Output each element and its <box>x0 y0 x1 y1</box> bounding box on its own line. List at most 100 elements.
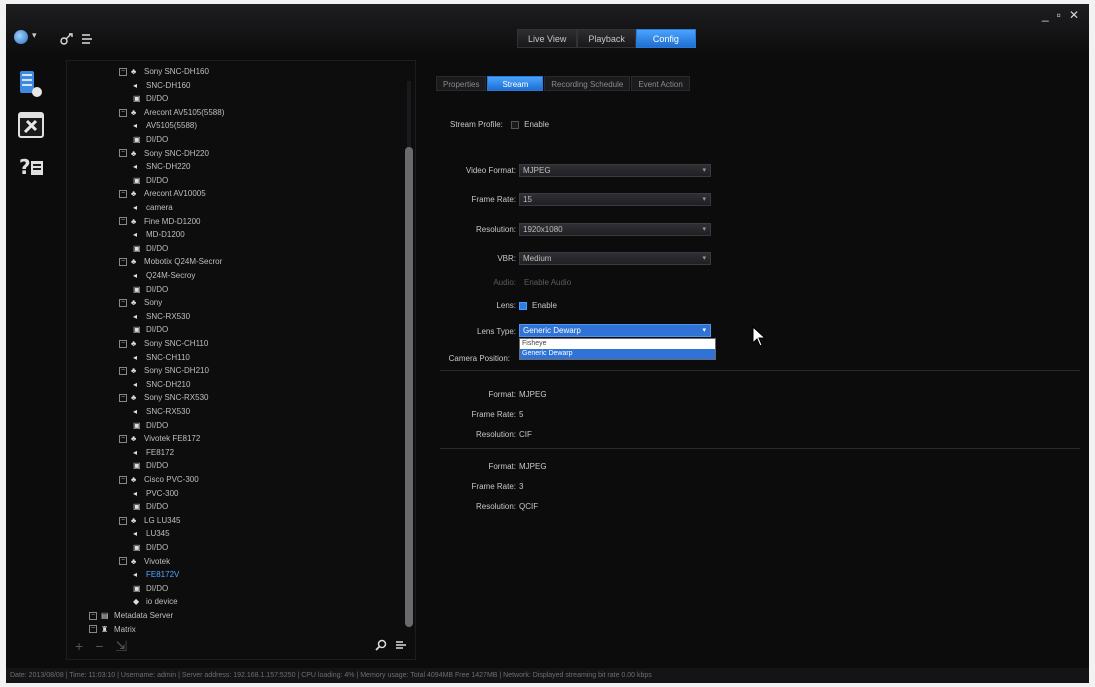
tree-expander[interactable]: − <box>119 516 127 525</box>
lens-type-select[interactable]: Generic Dewarp ▾ <box>519 324 711 337</box>
tree-item[interactable]: ▣ DI/DO <box>133 174 168 187</box>
tree-item[interactable]: ◂ Q24M-Secroy <box>133 269 195 282</box>
tab-event-action[interactable]: Event Action <box>631 76 690 91</box>
tree-settings-icon[interactable] <box>395 639 407 654</box>
tree-item[interactable]: − ♣ Arecont AV10005 <box>119 187 206 200</box>
help-icon[interactable]: ? <box>16 152 46 182</box>
tree-item-label: Mobotix Q24M-Secror <box>144 257 223 267</box>
tree-item[interactable]: ▣ DI/DO <box>133 541 168 554</box>
tree-item[interactable]: ▣ DI/DO <box>133 92 168 105</box>
tree-expander[interactable]: − <box>119 149 127 158</box>
tab-config[interactable]: Config <box>635 29 696 48</box>
tree-item[interactable]: − ♣ Mobotix Q24M-Secror <box>119 255 222 268</box>
tree-expander[interactable]: − <box>119 557 127 566</box>
vbr-label: VBR: <box>497 254 516 263</box>
tree-item[interactable]: − ♣ Arecont AV5105(5588) <box>119 106 224 119</box>
metadata-server-icon: ▤ <box>101 611 109 620</box>
tree-expander[interactable]: − <box>119 435 127 444</box>
minimize-icon[interactable]: _ <box>1042 8 1049 22</box>
tree-item[interactable]: ▣ DI/DO <box>133 459 168 472</box>
tree-item[interactable]: − ♣ Sony SNC-RX530 <box>119 391 208 404</box>
tree-item[interactable]: − ♣ Sony SNC-DH220 <box>119 147 209 160</box>
tree-item[interactable]: ◂ PVC-300 <box>133 487 178 500</box>
tree-item[interactable]: ◂ camera <box>133 201 173 214</box>
video-format-select[interactable]: MJPEG ▾ <box>519 164 711 177</box>
tree-item[interactable]: − ♣ Sony SNC-DH210 <box>119 364 209 377</box>
tree-item-label: io device <box>146 597 178 607</box>
layout-icon[interactable] <box>80 32 94 49</box>
tree-item[interactable]: − ♣ Vivotek FE8172 <box>119 432 200 445</box>
tree-scrollbar[interactable] <box>405 67 413 627</box>
camera-icon: ◂ <box>133 80 138 90</box>
tab-stream[interactable]: Stream <box>487 76 544 91</box>
tree-item[interactable]: ◂ SNC-RX530 <box>133 405 190 418</box>
add-device-button[interactable]: + <box>75 638 83 655</box>
search-icon[interactable] <box>375 639 387 654</box>
tree-expander[interactable]: − <box>119 258 127 267</box>
tree-item[interactable]: ▣ DI/DO <box>133 419 168 432</box>
camera-group-icon: ♣ <box>131 339 137 348</box>
tree-item[interactable]: ◂ FE8172V <box>133 568 179 581</box>
camera-position-label: Camera Position: <box>448 354 510 363</box>
tree-item[interactable]: ▣ DI/DO <box>133 133 168 146</box>
server-icon[interactable] <box>16 68 46 98</box>
chevron-down-icon[interactable]: ▾ <box>32 30 37 41</box>
tree-expander[interactable]: − <box>119 67 127 76</box>
tree-item[interactable]: − ♣ Cisco PVC-300 <box>119 473 199 486</box>
lens-type-option-generic-dewarp[interactable]: Generic Dewarp <box>520 349 715 359</box>
tree-item[interactable]: − ♣ Fine MD-D1200 <box>119 215 200 228</box>
tree-item[interactable]: ◂ SNC-DH210 <box>133 378 190 391</box>
tree-item[interactable]: ◂ FE8172 <box>133 446 174 459</box>
tree-item[interactable]: ▣ DI/DO <box>133 283 168 296</box>
tree-item[interactable]: − ♣ Vivotek <box>119 555 170 568</box>
app-logo-icon[interactable] <box>14 30 28 44</box>
tree-item[interactable]: − ♣ Sony SNC-DH160 <box>119 65 209 78</box>
tree-item-label: Vivotek <box>144 556 171 566</box>
scroll-thumb[interactable] <box>405 147 413 627</box>
tree-item[interactable]: − ♣ LG LU345 <box>119 514 180 527</box>
tab-recording-schedule[interactable]: Recording Schedule <box>544 76 631 91</box>
tree-expander[interactable]: − <box>119 190 127 199</box>
tree-item[interactable]: ◂ SNC-CH110 <box>133 351 190 364</box>
tree-item[interactable]: ◂ SNC-RX530 <box>133 310 190 323</box>
tree-expander[interactable]: − <box>119 108 127 117</box>
frame-rate-select[interactable]: 15 ▾ <box>519 193 711 206</box>
lens-type-option-fisheye[interactable]: Fisheye <box>520 339 715 349</box>
tree-item[interactable]: − ▤ Metadata Server <box>89 609 173 622</box>
tree-item[interactable]: ▣ DI/DO <box>133 323 168 336</box>
camera-group-icon: ♣ <box>131 515 137 525</box>
vbr-select[interactable]: Medium ▾ <box>519 252 711 265</box>
tree-item[interactable]: ▣ DI/DO <box>133 582 168 595</box>
tree-expander[interactable]: − <box>119 217 127 226</box>
tree-item[interactable]: ◂ SNC-DH220 <box>133 160 190 173</box>
tree-expander[interactable]: − <box>89 611 97 620</box>
tree-expander[interactable]: − <box>119 367 127 376</box>
tree-item[interactable]: ◆ io device <box>133 595 178 608</box>
tree-item[interactable]: ▣ DI/DO <box>133 500 168 513</box>
tree-item[interactable]: ▣ DI/DO <box>133 242 168 255</box>
tree-expander[interactable]: − <box>119 339 127 348</box>
tree-item[interactable]: ◂ SNC-DH160 <box>133 79 190 92</box>
tree-expander[interactable]: − <box>119 394 127 403</box>
remove-device-button[interactable]: − <box>95 638 103 655</box>
network-icon[interactable] <box>60 32 76 49</box>
collapse-button[interactable]: ⇲ <box>115 638 127 655</box>
settings-tools-icon[interactable] <box>16 110 46 140</box>
tree-item[interactable]: ◂ LU345 <box>133 527 170 540</box>
tree-item[interactable]: − ♣ Sony <box>119 296 162 309</box>
tree-expander[interactable]: − <box>119 475 127 484</box>
tab-live-view[interactable]: Live View <box>517 29 578 48</box>
chevron-down-icon: ▾ <box>702 327 706 334</box>
tree-item[interactable]: − ♣ Sony SNC-CH110 <box>119 337 208 350</box>
tree-expander[interactable]: − <box>119 299 127 308</box>
close-icon[interactable]: ✕ <box>1069 8 1079 22</box>
lens-checkbox[interactable] <box>519 301 527 310</box>
tree-item-label: DI/DO <box>146 543 169 552</box>
tab-playback[interactable]: Playback <box>577 29 636 48</box>
tab-properties[interactable]: Properties <box>436 76 487 91</box>
restore-icon[interactable]: ▫ <box>1057 8 1061 22</box>
tree-item[interactable]: ◂ MD-D1200 <box>133 228 185 241</box>
tree-item[interactable]: ◂ AV5105(5588) <box>133 119 197 132</box>
resolution-select[interactable]: 1920x1080 ▾ <box>519 223 711 236</box>
stream-profile-checkbox[interactable] <box>511 120 520 129</box>
